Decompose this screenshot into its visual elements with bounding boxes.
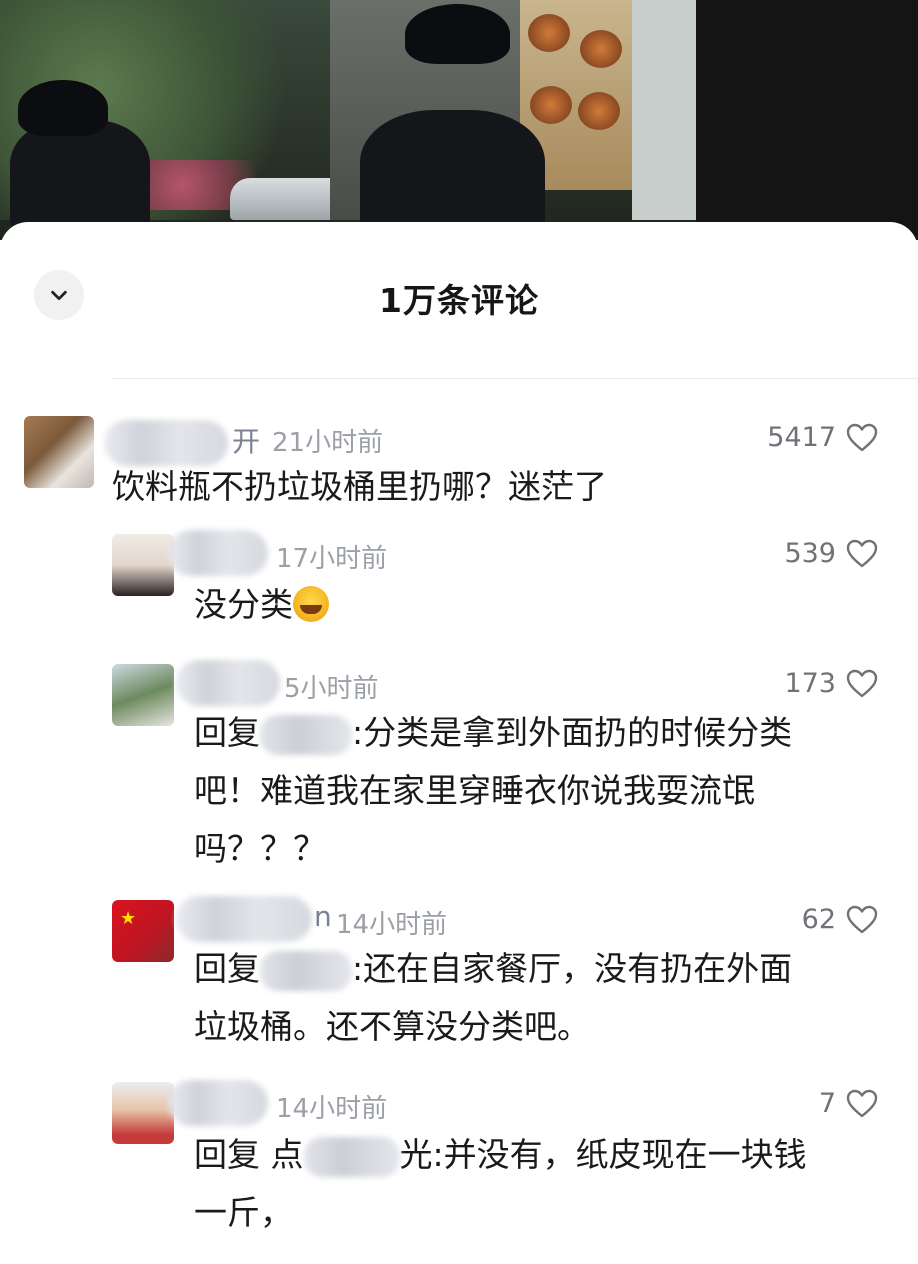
comment-text-line: :分类是拿到外面扔的时候分类 (352, 713, 793, 752)
username-blurred[interactable] (176, 660, 280, 706)
comment-text-line: :并没有，纸皮现在一块钱 (432, 1135, 807, 1174)
video-person-center (360, 110, 545, 240)
heart-outline-icon (846, 1089, 878, 1117)
comments-sheet: 1万条评论 开 21小时前 5417 饮料瓶不扔垃圾桶里扔哪？迷茫了 17小时前… (0, 222, 918, 1264)
comment-text-line: 一斤， (194, 1193, 293, 1232)
heart-outline-icon (846, 905, 878, 933)
username-visible-part[interactable]: n (314, 900, 332, 933)
crying-laughing-emoji-icon (293, 586, 329, 622)
comment-text-line: 垃圾桶。还不算没分类吧。 (194, 1007, 590, 1046)
reply-item: 5小时前 173 回复 :分类是拿到外面扔的时候分类 吧！难道我在家里穿睡衣你说我… (0, 652, 918, 872)
video-dark-area (696, 0, 918, 240)
video-person-left-cap (18, 80, 108, 136)
reply-target-blurred[interactable] (303, 1136, 400, 1177)
video-person-left (10, 120, 150, 230)
like-count: 62 (801, 904, 836, 935)
avatar[interactable]: ★ (112, 900, 174, 962)
avatar[interactable] (112, 1082, 174, 1144)
avatar[interactable] (112, 664, 174, 726)
comment-text[interactable]: 没分类 (194, 576, 329, 634)
like-count: 5417 (767, 422, 836, 453)
like-button[interactable]: 173 (784, 668, 878, 699)
like-count: 173 (784, 668, 836, 699)
reply-target-blurred[interactable] (260, 714, 352, 755)
comment-text-line: 吗？？？ (194, 829, 326, 868)
like-button[interactable]: 7 (819, 1088, 878, 1119)
reply-item: 17小时前 539 没分类 (0, 522, 918, 632)
video-background (0, 0, 918, 240)
video-person-center-cap (405, 4, 510, 64)
heart-outline-icon (846, 669, 878, 697)
username-blurred[interactable] (176, 896, 312, 942)
like-button[interactable]: 5417 (767, 422, 878, 453)
comment-text[interactable]: 回复 点 光:并没有，纸皮现在一块钱 一斤， (194, 1126, 874, 1242)
username-visible-part[interactable]: 开 (232, 420, 260, 460)
comments-count-title: 1万条评论 (379, 281, 539, 320)
comment-item: 开 21小时前 5417 饮料瓶不扔垃圾桶里扔哪？迷茫了 (0, 408, 918, 518)
avatar[interactable] (24, 416, 94, 488)
comment-text[interactable]: 回复 :还在自家餐厅，没有扔在外面 垃圾桶。还不算没分类吧。 (194, 940, 874, 1056)
reply-prefix: 回复 点 (194, 1135, 304, 1174)
username-blurred[interactable] (168, 1080, 268, 1126)
comment-time: 14小时前 (276, 1094, 388, 1124)
avatar[interactable] (112, 534, 174, 596)
comment-time: 14小时前 (336, 910, 448, 940)
reply-item: ★ n 14小时前 62 回复 :还在自家餐厅，没有扔在外面 垃圾桶。还不算没分类… (0, 888, 918, 1058)
like-count: 539 (784, 538, 836, 569)
comment-text[interactable]: 回复 :分类是拿到外面扔的时候分类 吧！难道我在家里穿睡衣你说我耍流氓 吗？？？ (194, 704, 874, 878)
comment-text-line: :还在自家餐厅，没有扔在外面 (352, 949, 793, 988)
reply-prefix: 回复 (194, 713, 260, 752)
comment-time: 17小时前 (276, 544, 388, 574)
heart-outline-icon (846, 423, 878, 451)
comment-time: 5小时前 (284, 674, 379, 704)
header-divider (112, 378, 918, 379)
comment-text-body: 没分类 (194, 585, 293, 624)
reply-prefix: 回复 (194, 949, 260, 988)
reply-target-visible-part: 光 (399, 1135, 433, 1174)
comment-text-line: 吧！难道我在家里穿睡衣你说我耍流氓 (194, 771, 755, 810)
like-button[interactable]: 539 (784, 538, 878, 569)
like-button[interactable]: 62 (802, 904, 878, 935)
comment-time: 21小时前 (272, 428, 384, 458)
username-blurred[interactable] (168, 530, 268, 576)
heart-outline-icon (846, 539, 878, 567)
like-count: 7 (818, 1088, 836, 1119)
reply-target-blurred[interactable] (260, 950, 352, 991)
video-poster (632, 0, 696, 220)
reply-item: 14小时前 7 回复 点 光:并没有，纸皮现在一块钱 一斤， (0, 1070, 918, 1260)
comment-text[interactable]: 饮料瓶不扔垃圾桶里扔哪？迷茫了 (112, 458, 607, 516)
